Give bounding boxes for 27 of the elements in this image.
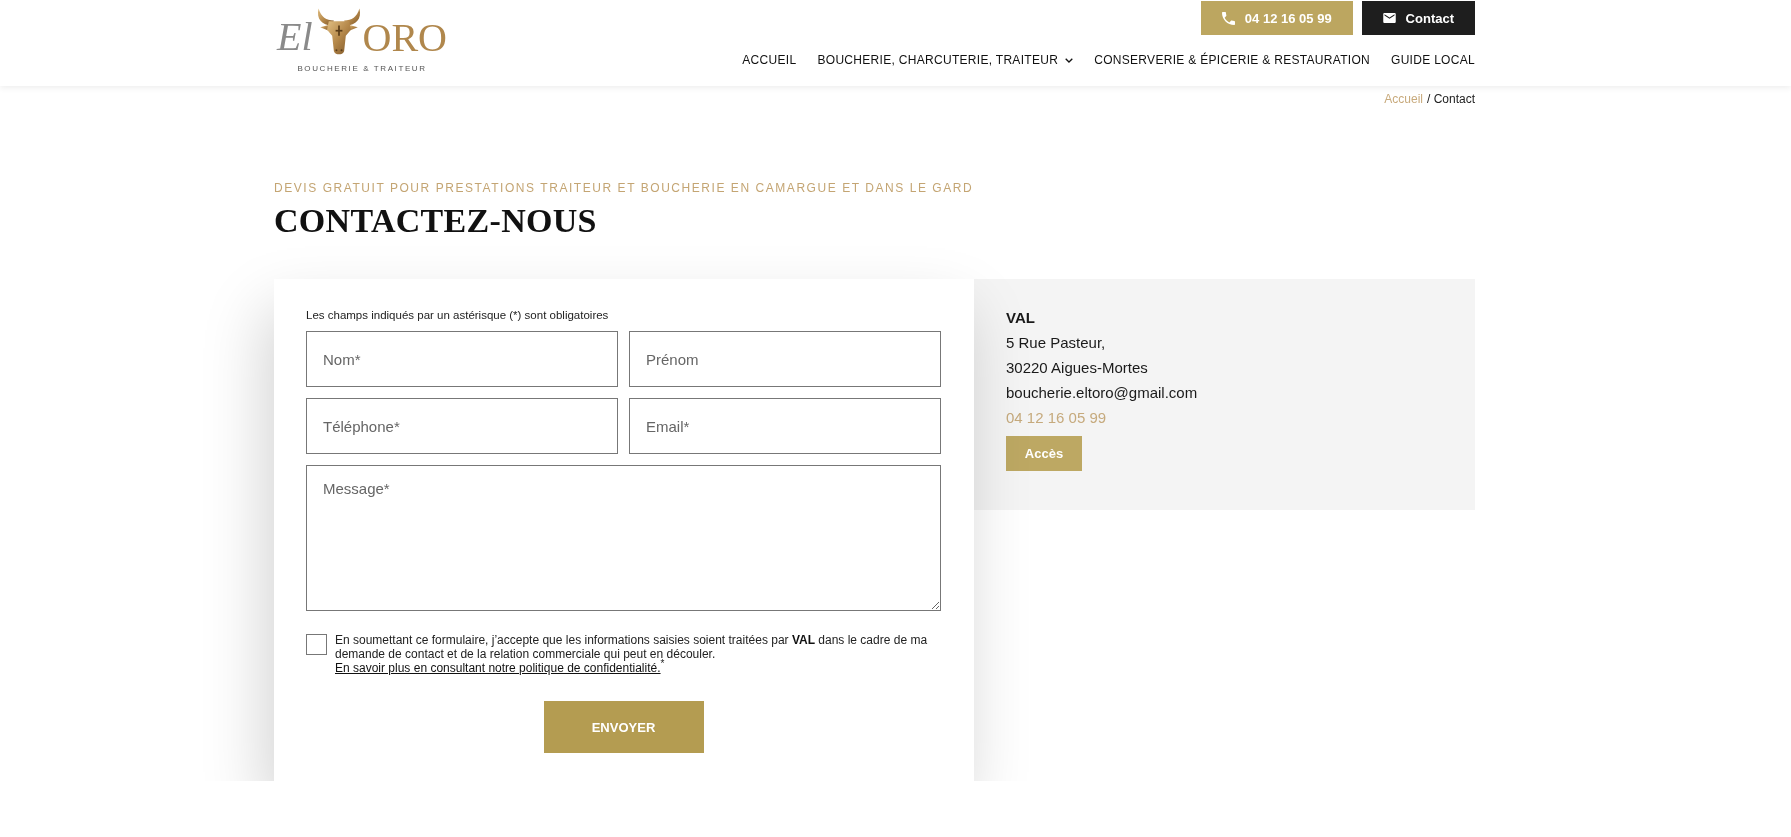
mail-icon [1382,13,1396,23]
nav-link[interactable]: ACCUEIL [742,53,797,67]
input-field[interactable]: Prénom [629,331,941,387]
input-field[interactable]: Téléphone* [306,398,618,454]
page-title: CONTACTEZ-NOUS [274,204,597,238]
required-note: Les champs indiqués par un astérisque (*) sont obligatoires [306,308,609,322]
nav-link[interactable]: CONSERVERIE & ÉPICERIE & RESTAURATION [1094,53,1370,67]
contact-button[interactable]: Contact [1361,1,1475,35]
contact-line: 30220 Aigues-Mortes [1006,358,1148,378]
message-field[interactable]: Message* [306,465,941,611]
contact-line: boucherie.eltoro@gmail.com [1006,383,1198,403]
page-kicker: DEVIS GRATUIT POUR PRESTATIONS TRAITEUR ET BOUCHERIE EN CAMARGUE ET DANS LE GARD [274,181,974,195]
contact-line: 5 Rue Pasteur, [1006,333,1106,353]
phone-icon [1221,11,1235,25]
logo-wordmark: ORO [362,18,447,58]
breadcrumb-current: / Contact [1426,92,1475,106]
consent-text: En soumettant ce formulaire, j’accepte que les informations saisies soient traitées par VAL dans le cadre de ma demande de contact et de la relation commerciale qui peut en découler. En savoir plus en consultant notre politique de confidentialité.$^{*}$ [335,633,929,675]
contact-phone: 04 12 16 05 99 [1006,408,1107,428]
input-field[interactable]: Nom* [306,331,618,387]
consent-checkbox[interactable] [306,634,327,655]
logo-tagline: BOUCHERIE & TRAITEUR [297,64,427,73]
contact-name: VAL [1006,308,1035,328]
input-field[interactable]: Email* [629,398,941,454]
nav-link[interactable]: BOUCHERIE, CHARCUTERIE, TRAITEUR [817,53,1074,67]
nav-link[interactable]: GUIDE LOCAL [1391,53,1475,67]
privacy-policy-link[interactable]: En savoir plus en consultant notre politique de confidentialité. [335,661,661,675]
logo-script-text: El [277,17,313,57]
